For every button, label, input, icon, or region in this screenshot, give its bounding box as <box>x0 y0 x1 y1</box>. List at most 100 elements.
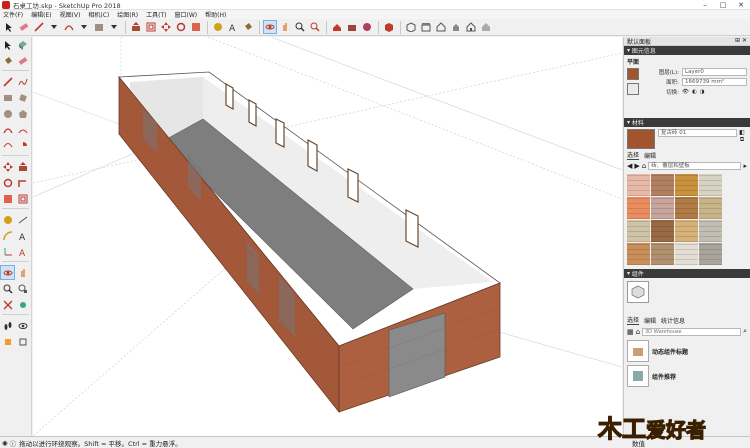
back-icon[interactable]: ◀ <box>627 162 632 170</box>
tab-components-select[interactable]: 选择 <box>627 315 640 325</box>
zoom-extents-icon[interactable] <box>308 20 322 34</box>
tab-components-statistics[interactable]: 统计信息 <box>661 316 685 325</box>
geo-location-icon[interactable]: ◉ <box>2 439 8 447</box>
arc-tool-icon[interactable] <box>0 122 15 137</box>
list-item[interactable]: 动态组件标题 <box>627 340 747 362</box>
material-swatch[interactable] <box>675 220 698 242</box>
text-tool-icon[interactable]: A <box>15 228 30 243</box>
zoom-extents-tool-icon[interactable] <box>0 297 15 312</box>
menu-edit[interactable]: 编辑(E) <box>31 10 51 19</box>
rotated-rectangle-tool-icon[interactable] <box>15 90 30 105</box>
look-around-tool-icon[interactable] <box>15 318 30 333</box>
paint-tool-icon[interactable] <box>0 53 15 68</box>
orbit-tool-icon[interactable] <box>0 265 15 280</box>
material-swatch[interactable] <box>675 243 698 265</box>
details-icon[interactable]: ▸ <box>743 162 747 170</box>
line-dropdown-icon[interactable] <box>47 20 61 34</box>
menu-file[interactable]: 文件(F) <box>3 10 23 19</box>
pan-icon[interactable] <box>278 20 292 34</box>
push-pull-tool-icon[interactable] <box>15 159 30 174</box>
material-swatch[interactable] <box>699 220 722 242</box>
walk-tool-icon[interactable] <box>0 318 15 333</box>
move-tool-icon[interactable] <box>0 159 15 174</box>
follow-me-tool-icon[interactable] <box>15 175 30 190</box>
rotate-icon[interactable] <box>174 20 188 34</box>
menu-window[interactable]: 窗口(W) <box>175 10 198 19</box>
right-view-icon[interactable] <box>449 20 463 34</box>
section-fill-icon[interactable] <box>15 334 30 349</box>
pie-tool-icon[interactable] <box>15 138 30 153</box>
receive-shadow-icon[interactable]: ◑ <box>700 89 705 95</box>
eraser-tool-icon[interactable] <box>15 53 30 68</box>
tab-materials-select[interactable]: 选择 <box>627 150 640 160</box>
arc-dropdown-icon[interactable] <box>77 20 91 34</box>
view-options-icon[interactable]: ▦ <box>627 328 634 336</box>
offset-icon[interactable] <box>144 20 158 34</box>
offset-tool-icon[interactable] <box>15 191 30 206</box>
default-material-icon[interactable]: ◧ <box>739 129 745 136</box>
send-to-layout-icon[interactable] <box>360 20 374 34</box>
select-tool-icon[interactable] <box>0 37 15 52</box>
section-plane-tool-icon[interactable] <box>0 334 15 349</box>
search-icon[interactable]: ⌕ <box>743 327 747 336</box>
create-material-icon[interactable]: ⧉ <box>740 136 744 144</box>
material-name-field[interactable]: 复古砖 01 <box>658 129 737 137</box>
minimize-icon[interactable]: – <box>696 0 714 10</box>
zoom-icon[interactable] <box>293 20 307 34</box>
protractor-tool-icon[interactable] <box>0 228 15 243</box>
components-search-input[interactable] <box>642 327 742 336</box>
circle-tool-icon[interactable] <box>0 106 15 121</box>
push-pull-icon[interactable] <box>129 20 143 34</box>
credits-icon[interactable]: ⓘ <box>10 438 17 448</box>
materials-header[interactable]: ▾ 材料 <box>624 118 750 127</box>
material-swatch[interactable] <box>627 243 650 265</box>
material-swatch[interactable] <box>699 243 722 265</box>
menu-help[interactable]: 帮助(H) <box>205 10 226 19</box>
orbit-icon[interactable] <box>263 20 277 34</box>
polygon-tool-icon[interactable] <box>15 106 30 121</box>
material-swatch[interactable] <box>651 197 674 219</box>
hidden-toggle-icon[interactable]: 👁 <box>682 89 689 95</box>
two-point-arc-tool-icon[interactable] <box>15 122 30 137</box>
freehand-tool-icon[interactable] <box>15 74 30 89</box>
line-icon[interactable] <box>32 20 46 34</box>
cast-shadow-icon[interactable]: ◐ <box>692 89 697 95</box>
menu-draw[interactable]: 绘图(R) <box>117 10 138 19</box>
scale-icon[interactable] <box>189 20 203 34</box>
zoom-tool-icon[interactable] <box>0 281 15 296</box>
back-material-swatch[interactable] <box>627 83 639 95</box>
select-icon[interactable] <box>2 20 16 34</box>
brick-building-model[interactable] <box>33 37 622 436</box>
move-icon[interactable] <box>159 20 173 34</box>
tab-materials-edit[interactable]: 编辑 <box>644 151 656 160</box>
maximize-icon[interactable]: □ <box>714 0 732 10</box>
paint-bucket-icon[interactable] <box>241 20 255 34</box>
warehouse-icon[interactable] <box>330 20 344 34</box>
home-icon[interactable]: ⌂ <box>636 328 640 336</box>
extension-manager-icon[interactable] <box>382 20 396 34</box>
dimension-tool-icon[interactable] <box>15 212 30 227</box>
material-swatch[interactable] <box>651 174 674 196</box>
iso-view-icon[interactable] <box>404 20 418 34</box>
components-header[interactable]: ▾ 组件 <box>624 269 750 278</box>
material-swatch[interactable] <box>651 243 674 265</box>
back-view-icon[interactable] <box>464 20 478 34</box>
shape-icon[interactable] <box>92 20 106 34</box>
front-material-swatch[interactable] <box>627 68 639 80</box>
layer-dropdown[interactable]: Layer0 <box>682 68 747 76</box>
material-swatch[interactable] <box>627 197 650 219</box>
front-view-icon[interactable] <box>434 20 448 34</box>
material-swatch[interactable] <box>651 220 674 242</box>
axes-tool-icon[interactable] <box>0 244 15 259</box>
pin-icon[interactable]: ⊞ ✕ <box>735 37 747 44</box>
extension-warehouse-icon[interactable] <box>345 20 359 34</box>
3d-text-tool-icon[interactable]: A <box>15 244 30 259</box>
forward-icon[interactable]: ▶ <box>634 162 639 170</box>
tape-measure-icon[interactable] <box>211 20 225 34</box>
zoom-window-tool-icon[interactable] <box>15 281 30 296</box>
list-item[interactable]: 组件推荐 <box>627 365 747 387</box>
menu-tools[interactable]: 工具(T) <box>146 10 166 19</box>
rotate-tool-icon[interactable] <box>0 175 15 190</box>
tape-measure-tool-icon[interactable] <box>0 212 15 227</box>
modeling-viewport[interactable] <box>33 37 622 436</box>
